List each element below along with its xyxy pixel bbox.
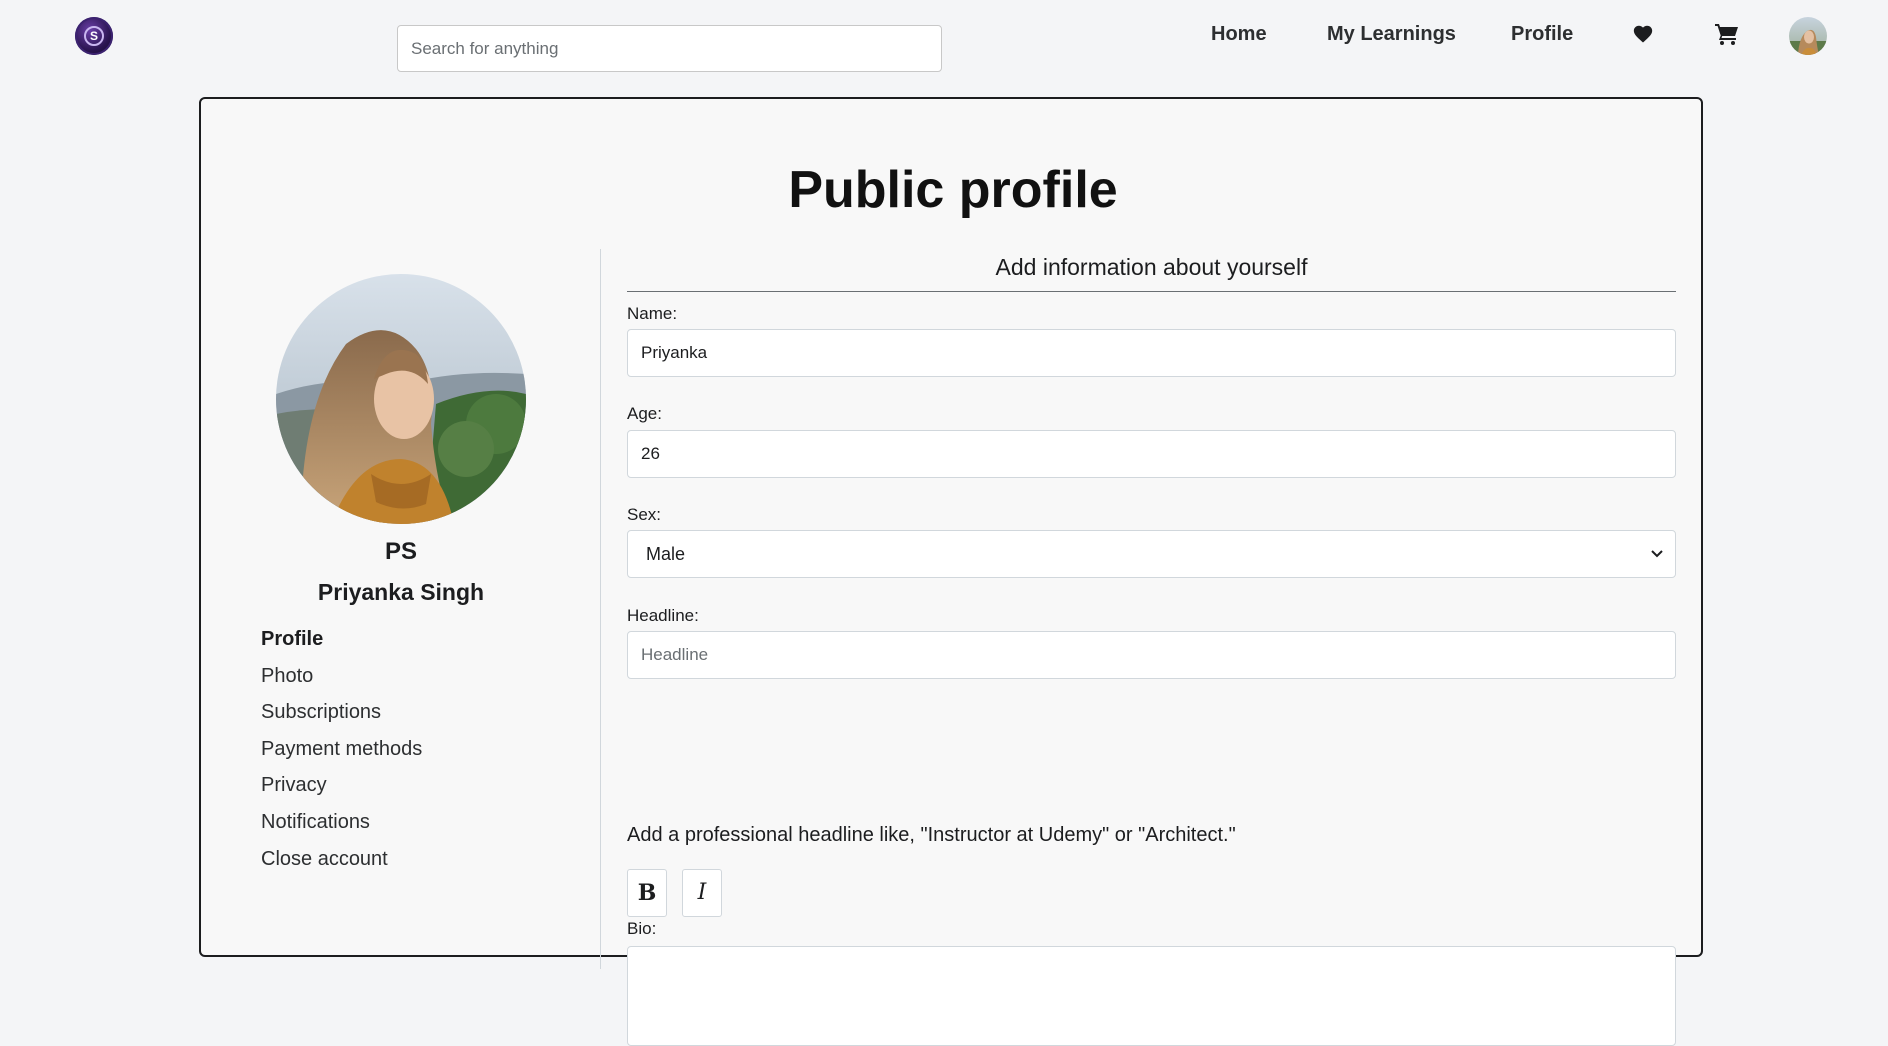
name-field[interactable] — [627, 329, 1676, 377]
sidebar-item-payment-methods[interactable]: Payment methods — [261, 736, 422, 773]
heart-icon[interactable] — [1632, 22, 1654, 51]
cart-icon[interactable] — [1714, 22, 1740, 51]
name-label: Name: — [627, 304, 678, 323]
sex-select-value: Male — [646, 544, 686, 564]
sidebar-item-photo[interactable]: Photo — [261, 663, 422, 700]
chevron-down-icon — [1649, 545, 1665, 566]
age-label: Age: — [627, 404, 662, 423]
headline-hint: Add a professional headline like, "Instr… — [627, 824, 1236, 846]
bio-textarea[interactable] — [627, 946, 1676, 1046]
profile-photo — [276, 274, 526, 524]
form-subtitle: Add information about yourself — [995, 254, 1308, 280]
profile-full-name: Priyanka Singh — [317, 579, 485, 605]
profile-menu: Profile Photo Subscriptions Payment meth… — [261, 626, 422, 882]
top-navbar: S Home My Learnings Profile — [0, 0, 1888, 72]
sidebar-item-subscriptions[interactable]: Subscriptions — [261, 699, 422, 736]
bold-button[interactable]: B — [627, 869, 667, 917]
logo-s-icon: S — [84, 26, 104, 46]
nav-home-link[interactable]: Home — [1211, 23, 1267, 46]
sidebar-item-privacy[interactable]: Privacy — [261, 772, 422, 809]
profile-card: Public profile PS Priyanka Singh Profile… — [199, 97, 1703, 1046]
headline-field[interactable] — [627, 631, 1676, 679]
sidebar-item-notifications[interactable]: Notifications — [261, 809, 422, 846]
headline-label: Headline: — [627, 606, 699, 625]
sex-label: Sex: — [627, 505, 662, 524]
nav-profile-link[interactable]: Profile — [1511, 23, 1573, 46]
subtitle-divider — [627, 291, 1676, 292]
search-input[interactable] — [397, 25, 942, 72]
user-avatar[interactable] — [1789, 17, 1827, 55]
bio-label: Bio: — [627, 919, 657, 938]
age-field[interactable] — [627, 430, 1676, 478]
nav-my-learnings-link[interactable]: My Learnings — [1327, 23, 1456, 46]
site-logo[interactable]: S — [75, 17, 113, 55]
sex-select[interactable]: Male — [627, 530, 1676, 578]
sidebar-item-close-account[interactable]: Close account — [261, 846, 422, 883]
profile-initials: PS — [384, 538, 417, 565]
sidebar-item-profile[interactable]: Profile — [261, 626, 422, 663]
page-title: Public profile — [788, 161, 1118, 219]
profile-sidebar: PS Priyanka Singh Profile Photo Subscrip… — [201, 249, 601, 969]
italic-button[interactable]: I — [682, 869, 722, 917]
